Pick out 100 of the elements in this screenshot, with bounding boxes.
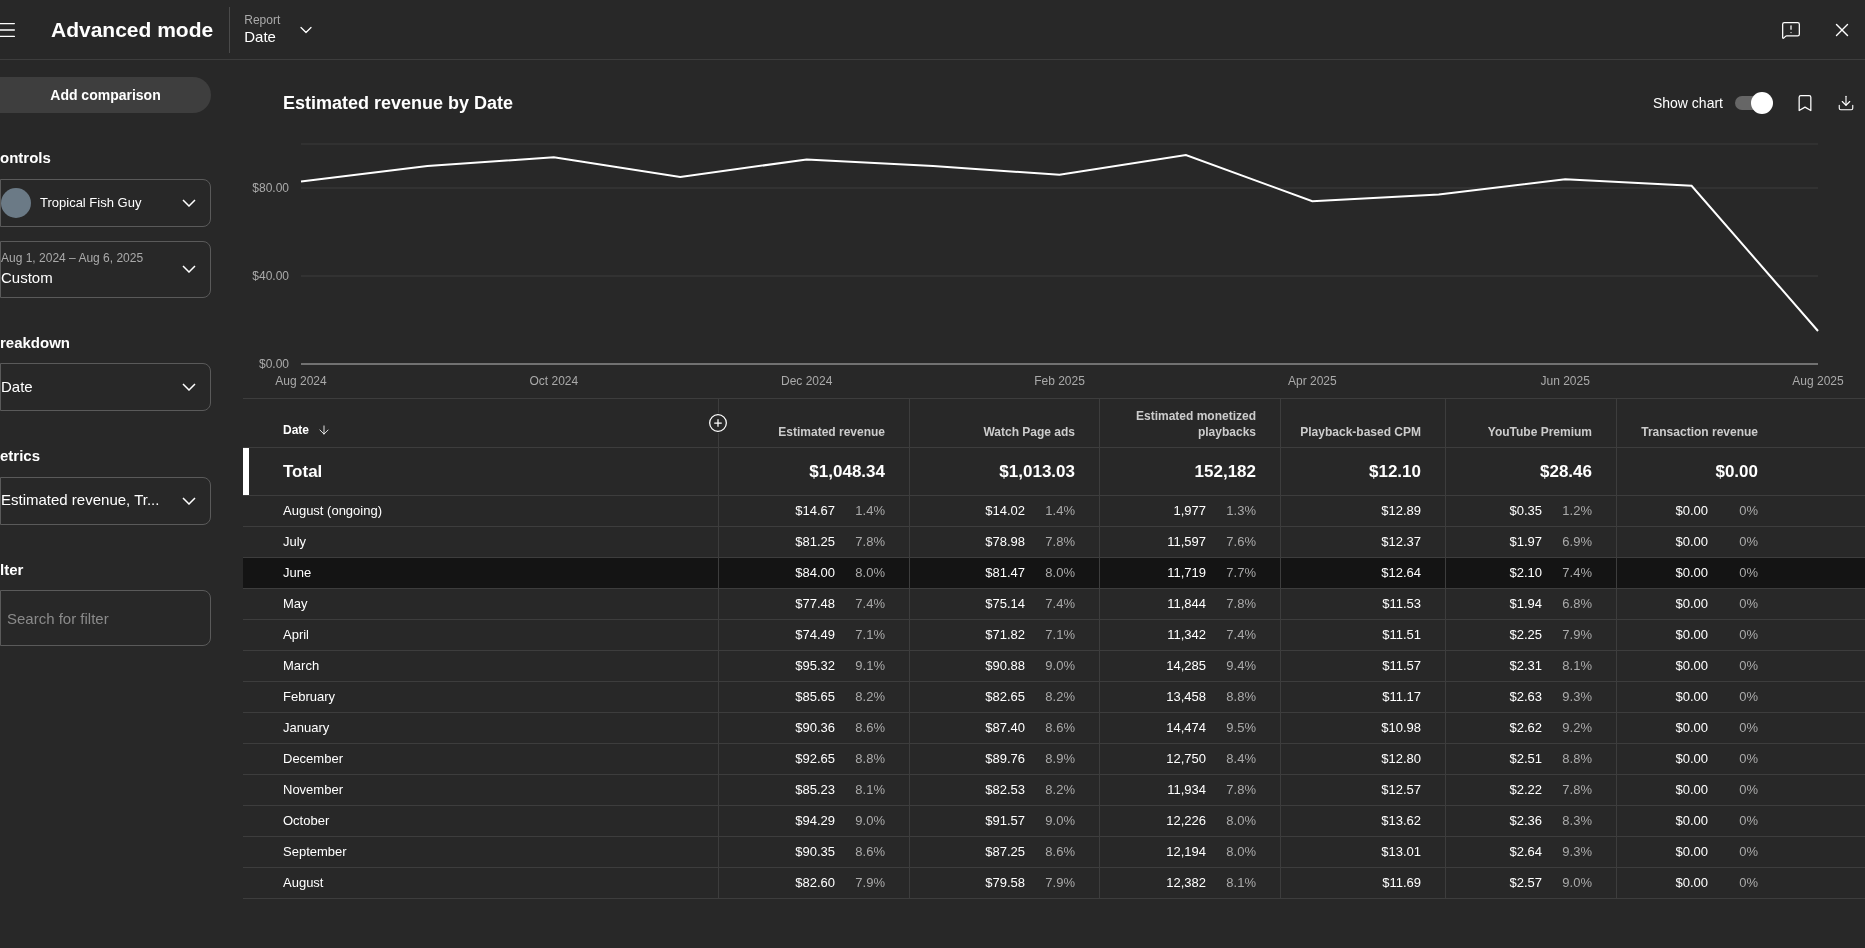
page-title: Advanced mode [51, 16, 214, 43]
column-header[interactable]: YouTube Premium [1487, 424, 1592, 440]
cell-value: 14,474 [1166, 719, 1206, 738]
row-label: June [283, 564, 312, 583]
dropdown-value: Tropical Fish Guy [40, 193, 143, 212]
table-row[interactable]: November $85.23 8.1% $82.53 8.2% 11,934 7.8% $12.57 $2.22 7.8% $0.00 0% [243, 775, 1865, 806]
cell-value: $0.00 [1675, 564, 1708, 583]
table-row[interactable]: October $94.29 9.0% $91.57 9.0% 12,226 8.0% $13.62 $2.36 8.3% $0.00 0% [243, 806, 1865, 837]
cell-value: $90.35 [795, 843, 835, 862]
report-selector[interactable]: Report Date [244, 12, 281, 47]
column-header[interactable]: Playback-based CPM [1300, 424, 1421, 440]
cell-percent: 0% [1738, 657, 1758, 676]
cell-value: $2.57 [1509, 874, 1542, 893]
avatar [1, 187, 31, 218]
x-axis-label: Aug 2024 [275, 374, 327, 388]
dropdown[interactable]: Estimated revenue, Tr... [0, 476, 211, 525]
cell-value: 11,719 [1167, 564, 1206, 583]
table-row[interactable]: July $81.25 7.8% $78.98 7.8% 11,597 7.6% $12.37 $1.97 6.9% $0.00 0% [243, 527, 1865, 558]
cell-value: $11.57 [1382, 657, 1421, 676]
column-header[interactable]: Estimated revenue [778, 424, 885, 440]
column-header[interactable]: Watch Page ads [983, 424, 1075, 440]
row-label: March [283, 657, 320, 676]
row-label: July [283, 533, 307, 552]
cell-value: $2.64 [1509, 843, 1542, 862]
cell-percent: 7.7% [1225, 564, 1256, 583]
total-value: $0.00 [1715, 460, 1758, 483]
table-row[interactable]: December $92.65 8.8% $89.76 8.9% 12,750 8.4% $12.80 $2.51 8.8% $0.00 0% [243, 744, 1865, 775]
dropdown[interactable]: Date [0, 363, 211, 411]
cell-value: $12.80 [1381, 750, 1421, 769]
cell-value: $82.60 [795, 874, 835, 893]
dropdown-value: Date [1, 376, 34, 397]
add-comparison-button[interactable]: Add comparison [0, 77, 211, 113]
chevron-down-icon [182, 496, 196, 505]
cell-percent: 9.4% [1225, 657, 1256, 676]
cell-percent: 7.4% [1225, 626, 1256, 645]
row-label: February [283, 688, 336, 707]
cell-percent: 8.6% [854, 719, 885, 738]
cell-percent: 8.0% [854, 564, 885, 583]
table-row[interactable]: August $82.60 7.9% $79.58 7.9% 12,382 8.1% $11.69 $2.57 9.0% $0.00 0% [243, 868, 1865, 899]
cell-value: $81.47 [985, 564, 1025, 583]
cell-value: 13,458 [1166, 688, 1206, 707]
cell-percent: 0% [1738, 595, 1758, 614]
filter-search-field[interactable]: Search for filter [0, 590, 211, 646]
y-axis-label: $80.00 [252, 181, 289, 195]
dropdown[interactable]: Aug 1, 2024 – Aug 6, 2025 Custom [0, 240, 211, 298]
cell-value: $0.00 [1675, 750, 1708, 769]
download-icon[interactable] [1837, 94, 1855, 112]
cell-value: $82.65 [985, 688, 1025, 707]
cell-value: $1.97 [1509, 533, 1542, 552]
table-row[interactable]: June $84.00 8.0% $81.47 8.0% 11,719 7.7% $12.64 $2.10 7.4% $0.00 0% [243, 558, 1865, 589]
table-row[interactable]: April $74.49 7.1% $71.82 7.1% 11,342 7.4% $11.51 $2.25 7.9% $0.00 0% [243, 620, 1865, 651]
cell-value: $84.00 [795, 564, 835, 583]
add-column-icon[interactable] [708, 413, 728, 433]
cell-value: $2.25 [1509, 626, 1542, 645]
cell-percent: 8.1% [1225, 874, 1256, 893]
total-value: $28.46 [1540, 460, 1592, 483]
table-row[interactable]: March $95.32 9.1% $90.88 9.0% 14,285 9.4% $11.57 $2.31 8.1% $0.00 0% [243, 651, 1865, 682]
cell-value: 14,285 [1166, 657, 1206, 676]
row-label: October [283, 812, 330, 831]
cell-percent: 0% [1738, 564, 1758, 583]
cell-value: $14.02 [985, 502, 1025, 521]
cell-value: $0.00 [1675, 812, 1708, 831]
total-value: 152,182 [1194, 460, 1256, 483]
total-value: $12.10 [1369, 460, 1421, 483]
cell-value: $91.57 [985, 812, 1025, 831]
cell-percent: 8.2% [1044, 688, 1075, 707]
cell-percent: 8.8% [1561, 750, 1592, 769]
cell-value: $89.76 [985, 750, 1025, 769]
cell-percent: 7.6% [1225, 533, 1256, 552]
cell-value: $74.49 [795, 626, 835, 645]
cell-percent: 8.0% [1225, 843, 1256, 862]
cell-value: $13.62 [1381, 812, 1421, 831]
cell-percent: 8.1% [854, 781, 885, 800]
cell-value: $75.14 [985, 595, 1025, 614]
column-header[interactable]: Transaction revenue [1641, 424, 1758, 440]
table-row[interactable]: September $90.35 8.6% $87.25 8.6% 12,194 8.0% $13.01 $2.64 9.3% $0.00 0% [243, 837, 1865, 868]
cell-value: $0.35 [1509, 502, 1542, 521]
row-label: August (ongoing) [283, 502, 382, 521]
feedback-icon[interactable] [1781, 19, 1801, 40]
channel-dropdown[interactable]: Tropical Fish Guy [0, 178, 211, 227]
cell-percent: 8.6% [1044, 843, 1075, 862]
column-header[interactable]: Estimated monetized playbacks [1126, 408, 1256, 440]
cell-percent: 7.8% [1225, 781, 1256, 800]
x-axis-label: Aug 2025 [1792, 374, 1844, 388]
cell-value: $95.32 [795, 657, 835, 676]
cell-value: $90.36 [795, 719, 835, 738]
chevron-down-icon [182, 383, 196, 391]
table-row[interactable]: May $77.48 7.4% $75.14 7.4% 11,844 7.8% $11.53 $1.94 6.8% $0.00 0% [243, 589, 1865, 620]
cell-percent: 8.4% [1225, 750, 1256, 769]
table-row[interactable]: February $85.65 8.2% $82.65 8.2% 13,458 8.8% $11.17 $2.63 9.3% $0.00 0% [243, 682, 1865, 713]
cell-value: $12.37 [1381, 533, 1421, 552]
cell-percent: 7.8% [1044, 533, 1075, 552]
cell-value: $0.00 [1675, 533, 1708, 552]
cell-percent: 6.8% [1561, 595, 1592, 614]
table-row[interactable]: January $90.36 8.6% $87.40 8.6% 14,474 9.5% $10.98 $2.62 9.2% $0.00 0% [243, 713, 1865, 744]
column-header[interactable]: Date [283, 421, 331, 439]
table-row[interactable]: August (ongoing) $14.67 1.4% $14.02 1.4% 1,977 1.3% $12.89 $0.35 1.2% $0.00 0% [243, 496, 1865, 527]
cell-percent: 9.0% [1044, 657, 1075, 676]
x-axis-label: Jun 2025 [1540, 374, 1590, 388]
cell-value: $12.89 [1381, 502, 1421, 521]
